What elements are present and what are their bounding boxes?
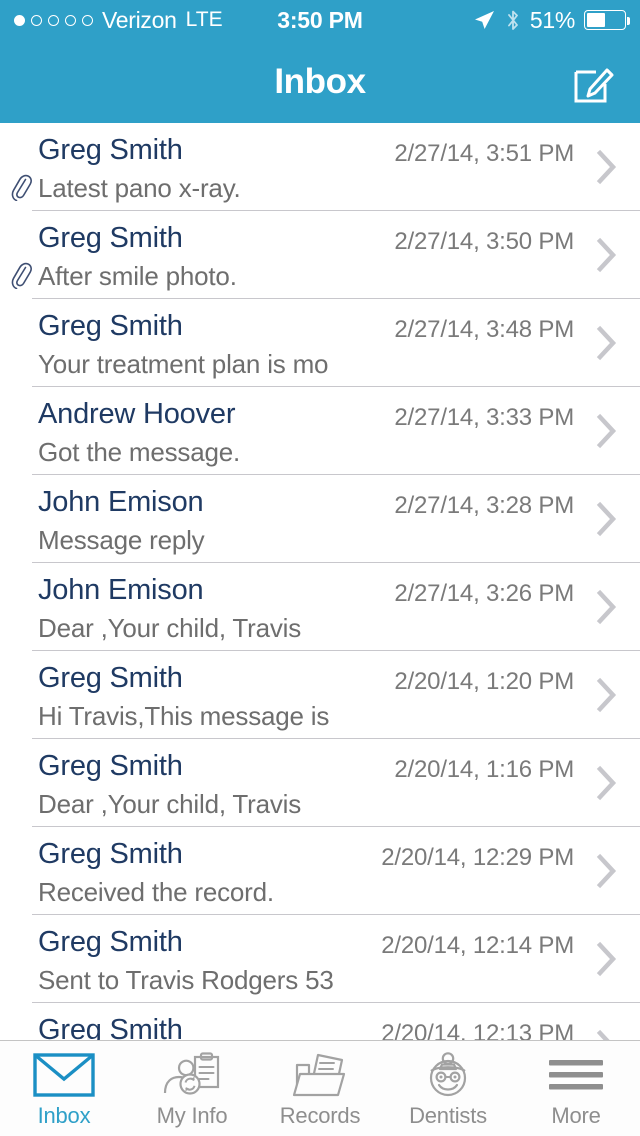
tab-my-info[interactable]: My Info <box>128 1041 256 1136</box>
signal-dot-icon <box>82 14 93 26</box>
envelope-icon <box>33 1052 95 1098</box>
message-preview: Received the record. <box>38 877 274 907</box>
message-preview: Your treatment plan is mo <box>38 349 329 379</box>
message-row[interactable]: Greg Smith 2/20/14, 1:20 PM Hi Travis,This… <box>0 651 640 739</box>
status-bar-left: Verizon LTE <box>14 7 223 34</box>
message-date: 2/20/14, 12:13 PM <box>381 1020 574 1040</box>
dentist-face-icon <box>420 1052 476 1098</box>
message-sender: Greg Smith <box>38 310 183 342</box>
page-title: Inbox <box>274 61 366 101</box>
tab-more[interactable]: More <box>512 1041 640 1136</box>
bluetooth-icon <box>507 10 518 30</box>
message-preview: Dear ,Your child, Travis <box>38 613 302 643</box>
message-row[interactable]: Greg Smith 2/27/14, 3:50 PM After smile ph… <box>0 211 640 299</box>
navigation-bar: Inbox <box>0 40 640 123</box>
attachment-paperclip-icon <box>11 174 32 201</box>
chevron-right-icon <box>596 677 617 713</box>
tab-label: Dentists <box>409 1103 487 1128</box>
message-sender: John Emison <box>38 486 204 518</box>
message-sender: Greg Smith <box>38 222 183 254</box>
signal-dot-icon <box>48 14 59 26</box>
message-row[interactable]: Greg Smith 2/27/14, 3:51 PM Latest pano x-… <box>0 123 640 211</box>
message-preview: Got the message. <box>38 437 241 467</box>
message-preview: Hi Travis,This message is <box>38 701 330 731</box>
app-root: Verizon LTE 3:50 PM 51% Inbox Greg Smith… <box>0 0 640 1136</box>
attachment-paperclip-icon <box>11 262 32 289</box>
message-sender: Greg Smith <box>38 662 183 694</box>
message-sender: Greg Smith <box>38 750 183 782</box>
tab-inbox[interactable]: Inbox <box>0 1041 128 1136</box>
message-row[interactable]: Greg Smith 2/20/14, 12:14 PM Sent to Travi… <box>0 915 640 1003</box>
message-date: 2/20/14, 12:14 PM <box>381 932 574 959</box>
message-sender: Greg Smith <box>38 926 183 958</box>
message-date: 2/20/14, 12:29 PM <box>381 844 574 871</box>
network-type-label: LTE <box>185 8 223 31</box>
message-preview: Sent to Travis Rodgers 53 <box>38 965 334 995</box>
message-sender: John Emison <box>38 574 204 606</box>
tab-records[interactable]: Records <box>256 1041 384 1136</box>
compose-icon[interactable] <box>566 56 618 108</box>
battery-fill <box>587 13 606 27</box>
tab-label: My Info <box>156 1103 228 1128</box>
chevron-right-icon <box>596 1029 610 1040</box>
tab-label: Inbox <box>37 1103 91 1128</box>
chevron-right-icon <box>596 501 617 537</box>
message-list[interactable]: Greg Smith 2/27/14, 3:51 PM Latest pano x-… <box>0 123 640 1040</box>
battery-cap <box>627 17 630 25</box>
message-row[interactable]: Greg Smith 2/27/14, 3:48 PM Your treatment… <box>0 299 640 387</box>
message-row[interactable]: Andrew Hoover 2/27/14, 3:33 PM Got the mes… <box>0 387 640 475</box>
status-bar: Verizon LTE 3:50 PM 51% <box>0 0 640 40</box>
chevron-right-icon <box>596 589 617 625</box>
chevron-right-icon <box>596 237 617 273</box>
signal-dot-icon <box>14 14 25 26</box>
message-sender: Greg Smith <box>38 134 183 166</box>
message-date: 2/27/14, 3:28 PM <box>394 492 574 519</box>
chevron-right-icon <box>596 853 617 889</box>
message-sender: Andrew Hoover <box>38 398 236 430</box>
message-date: 2/27/14, 3:50 PM <box>394 228 574 255</box>
message-preview: Latest pano x-ray. <box>38 173 241 203</box>
message-row[interactable]: John Emison 2/27/14, 3:26 PM Dear ,Your ch… <box>0 563 640 651</box>
message-sender: Greg Smith <box>38 1014 183 1040</box>
chevron-right-icon <box>596 325 617 361</box>
signal-dot-icon <box>31 14 42 26</box>
location-arrow-icon <box>474 11 494 29</box>
chevron-right-icon <box>596 149 617 185</box>
message-row[interactable]: John Emison 2/27/14, 3:28 PM Message reply <box>0 475 640 563</box>
hamburger-menu-icon <box>546 1052 606 1098</box>
message-sender: Greg Smith <box>38 838 183 870</box>
message-date: 2/27/14, 3:48 PM <box>394 316 574 343</box>
message-row[interactable]: Greg Smith 2/20/14, 1:16 PM Dear ,Your chi… <box>0 739 640 827</box>
person-sync-icon <box>162 1052 222 1098</box>
message-row[interactable]: Greg Smith 2/20/14, 12:29 PM Received the … <box>0 827 640 915</box>
carrier-label: Verizon <box>102 6 177 33</box>
chevron-right-icon <box>596 941 617 977</box>
status-bar-right: 51% <box>472 6 630 34</box>
message-date: 2/27/14, 3:26 PM <box>394 580 574 607</box>
battery-icon <box>584 10 630 30</box>
message-date: 2/27/14, 3:33 PM <box>394 404 574 431</box>
folder-document-icon <box>292 1052 348 1098</box>
message-row[interactable]: Greg Smith 2/20/14, 12:13 PM <box>0 1003 640 1040</box>
tab-bar[interactable]: Inbox My Info Records Dentists More <box>0 1040 640 1136</box>
chevron-right-icon <box>596 765 617 801</box>
tab-label: Records <box>279 1103 361 1128</box>
message-preview: After smile photo. <box>38 261 237 291</box>
message-preview: Dear ,Your child, Travis <box>38 789 302 819</box>
chevron-right-icon <box>596 413 617 449</box>
tab-label: More <box>551 1103 601 1128</box>
message-date: 2/20/14, 1:20 PM <box>394 668 574 695</box>
signal-strength-dots <box>14 14 93 26</box>
message-date: 2/20/14, 1:16 PM <box>394 756 574 783</box>
signal-dot-icon <box>65 14 76 26</box>
tab-dentists[interactable]: Dentists <box>384 1041 512 1136</box>
battery-percent-label: 51% <box>529 6 575 33</box>
message-preview: Message reply <box>38 525 205 555</box>
message-date: 2/27/14, 3:51 PM <box>394 140 574 167</box>
